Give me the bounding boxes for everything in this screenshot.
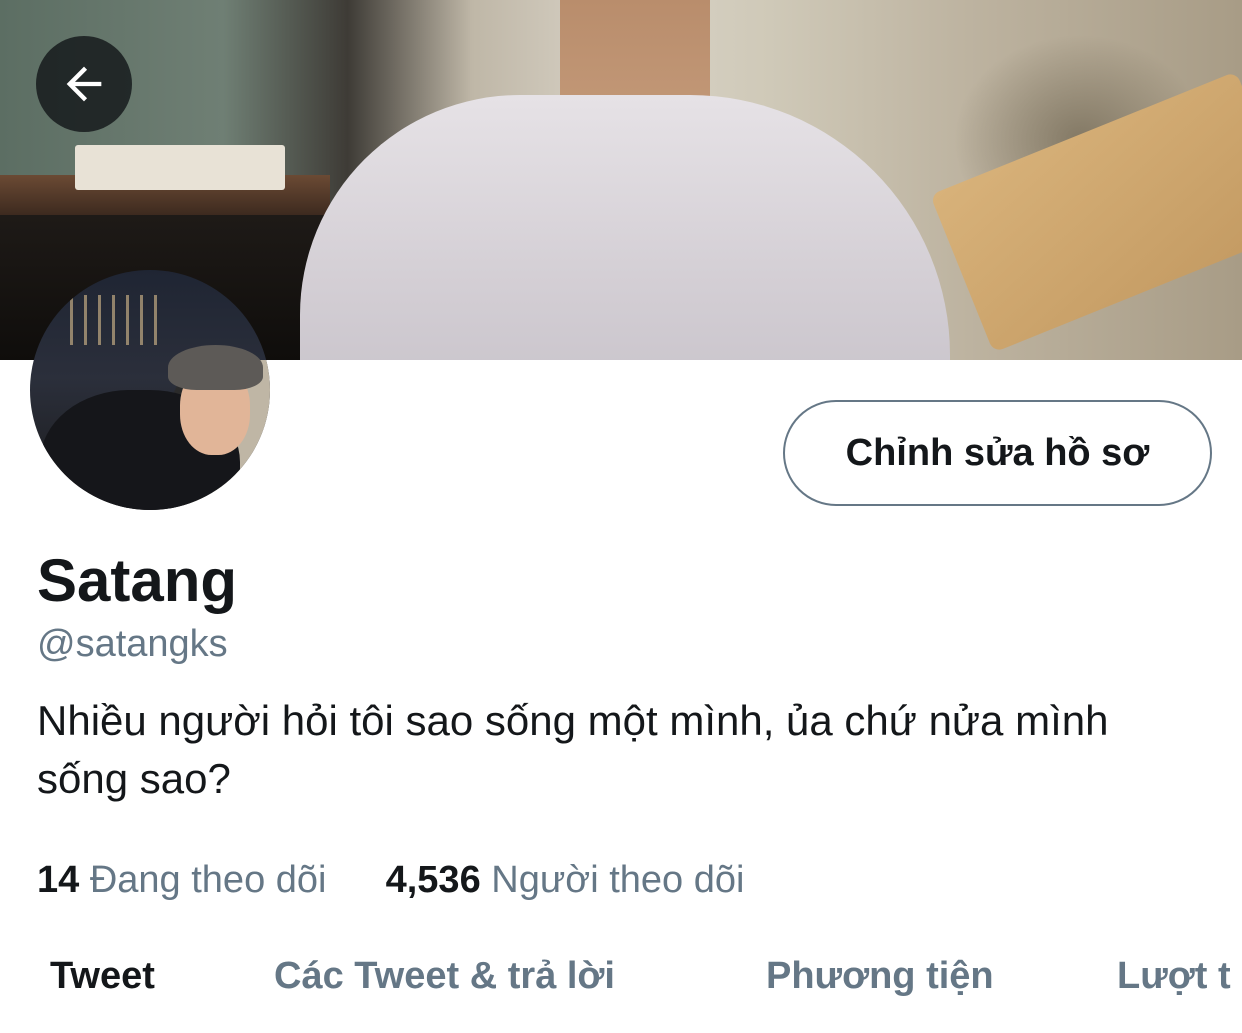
- followers-label: Người theo dõi: [491, 859, 745, 901]
- tab-tweets-and-replies[interactable]: Các Tweet & trả lời: [274, 951, 615, 1001]
- back-button[interactable]: [36, 36, 132, 132]
- profile-name: Satang: [37, 547, 238, 614]
- profile-stats: 14 Đang theo dõi 4,536 Người theo dõi: [37, 855, 744, 905]
- tab-likes[interactable]: Lượt t: [1117, 951, 1231, 1001]
- tab-media[interactable]: Phương tiện: [766, 951, 994, 1001]
- profile-bio: Nhiều người hỏi tôi sao sống một mình, ủ…: [37, 697, 1109, 802]
- following-label: Đang theo dõi: [89, 859, 327, 901]
- avatar-hair: [168, 345, 263, 390]
- banner-person-shirt: [300, 95, 950, 360]
- banner-guitar: [930, 71, 1242, 353]
- avatar[interactable]: [30, 270, 270, 510]
- profile-handle: @satangks: [37, 623, 228, 665]
- tab-tweets[interactable]: Tweet: [50, 951, 155, 1001]
- avatar-city-lights: [70, 295, 160, 345]
- edit-profile-button[interactable]: Chỉnh sửa hồ sơ: [783, 400, 1212, 506]
- profile-tabs: Tweet Các Tweet & trả lời Phương tiện Lư…: [0, 945, 1242, 1033]
- banner-box: [75, 145, 285, 190]
- arrow-left-icon: [66, 66, 102, 102]
- followers-count: 4,536: [385, 859, 481, 901]
- followers-link[interactable]: 4,536 Người theo dõi: [386, 859, 745, 901]
- following-count: 14: [37, 859, 80, 901]
- following-link[interactable]: 14 Đang theo dõi: [37, 859, 337, 901]
